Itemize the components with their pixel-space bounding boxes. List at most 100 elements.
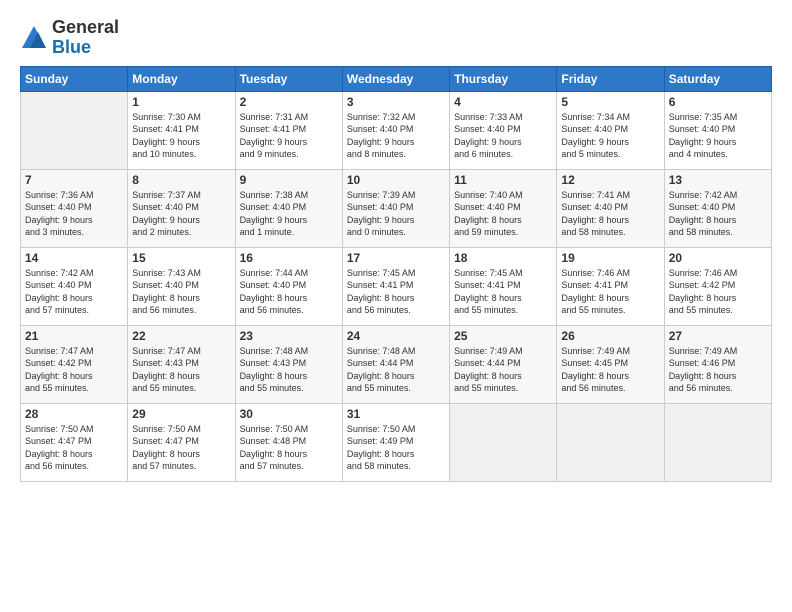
calendar-cell: 26Sunrise: 7:49 AM Sunset: 4:45 PM Dayli… xyxy=(557,325,664,403)
calendar-cell xyxy=(557,403,664,481)
day-number: 23 xyxy=(240,329,338,343)
calendar-cell: 15 Sunrise: 7:43 AM Sunset: 4:40 PM Dayli… xyxy=(128,247,235,325)
day-info: Sunrise: 7:49 AM Sunset: 4:44 PM Dayligh… xyxy=(454,345,552,395)
day-number: 21 xyxy=(25,329,123,343)
day-info: Sunrise: 7:35 AM Sunset: 4:40 PM Dayligh… xyxy=(669,111,767,161)
week-row-3: 14Sunrise: 7:42 AM Sunset: 4:40 PM Dayli… xyxy=(21,247,772,325)
header: General Blue xyxy=(20,18,772,58)
day-number: 14 xyxy=(25,251,123,265)
day-number: 31 xyxy=(347,407,445,421)
day-info: Sunrise: 7:36 AM Sunset: 4:40 PM Dayligh… xyxy=(25,189,123,239)
day-info: Sunrise: 7:40 AM Sunset: 4:40 PM Dayligh… xyxy=(454,189,552,239)
calendar-cell: 30 Sunrise: 7:50 AM Sunset: 4:48 PM Dayli… xyxy=(235,403,342,481)
day-number: 25 xyxy=(454,329,552,343)
day-number: 6 xyxy=(669,95,767,109)
day-number: 5 xyxy=(561,95,659,109)
week-row-1: 1 Sunrise: 7:30 AM Sunset: 4:41 PM Daylig… xyxy=(21,91,772,169)
calendar-cell: 22Sunrise: 7:47 AM Sunset: 4:43 PM Dayli… xyxy=(128,325,235,403)
day-info: Sunrise: 7:46 AM Sunset: 4:42 PM Dayligh… xyxy=(669,267,767,317)
calendar-cell: 16 Sunrise: 7:44 AM Sunset: 4:40 PM Dayli… xyxy=(235,247,342,325)
day-number: 4 xyxy=(454,95,552,109)
day-number: 17 xyxy=(347,251,445,265)
calendar-cell: 5 Sunrise: 7:34 AM Sunset: 4:40 PM Daylig… xyxy=(557,91,664,169)
col-header-wednesday: Wednesday xyxy=(342,66,449,91)
col-header-monday: Monday xyxy=(128,66,235,91)
day-number: 24 xyxy=(347,329,445,343)
day-number: 16 xyxy=(240,251,338,265)
day-number: 20 xyxy=(669,251,767,265)
day-info: Sunrise: 7:45 AM Sunset: 4:41 PM Dayligh… xyxy=(347,267,445,317)
day-info: Sunrise: 7:50 AM Sunset: 4:49 PM Dayligh… xyxy=(347,423,445,473)
calendar-cell: 31 Sunrise: 7:50 AM Sunset: 4:49 PM Dayli… xyxy=(342,403,449,481)
day-number: 12 xyxy=(561,173,659,187)
calendar-cell: 3Sunrise: 7:32 AM Sunset: 4:40 PM Daylig… xyxy=(342,91,449,169)
day-number: 29 xyxy=(132,407,230,421)
calendar-cell: 19 Sunrise: 7:46 AM Sunset: 4:41 PM Dayli… xyxy=(557,247,664,325)
calendar-table: SundayMondayTuesdayWednesdayThursdayFrid… xyxy=(20,66,772,482)
day-info: Sunrise: 7:32 AM Sunset: 4:40 PM Dayligh… xyxy=(347,111,445,161)
day-number: 7 xyxy=(25,173,123,187)
day-info: Sunrise: 7:31 AM Sunset: 4:41 PM Dayligh… xyxy=(240,111,338,161)
day-number: 18 xyxy=(454,251,552,265)
day-info: Sunrise: 7:30 AM Sunset: 4:41 PM Dayligh… xyxy=(132,111,230,161)
day-info: Sunrise: 7:43 AM Sunset: 4:40 PM Dayligh… xyxy=(132,267,230,317)
col-header-friday: Friday xyxy=(557,66,664,91)
header-row: SundayMondayTuesdayWednesdayThursdayFrid… xyxy=(21,66,772,91)
day-number: 15 xyxy=(132,251,230,265)
calendar-cell xyxy=(664,403,771,481)
week-row-5: 28 Sunrise: 7:50 AM Sunset: 4:47 PM Dayli… xyxy=(21,403,772,481)
calendar-cell: 21 Sunrise: 7:47 AM Sunset: 4:42 PM Dayli… xyxy=(21,325,128,403)
day-number: 28 xyxy=(25,407,123,421)
day-info: Sunrise: 7:45 AM Sunset: 4:41 PM Dayligh… xyxy=(454,267,552,317)
calendar-cell xyxy=(450,403,557,481)
calendar-cell: 24 Sunrise: 7:48 AM Sunset: 4:44 PM Dayli… xyxy=(342,325,449,403)
calendar-cell: 23Sunrise: 7:48 AM Sunset: 4:43 PM Dayli… xyxy=(235,325,342,403)
day-number: 19 xyxy=(561,251,659,265)
day-info: Sunrise: 7:48 AM Sunset: 4:44 PM Dayligh… xyxy=(347,345,445,395)
day-info: Sunrise: 7:38 AM Sunset: 4:40 PM Dayligh… xyxy=(240,189,338,239)
day-number: 1 xyxy=(132,95,230,109)
day-number: 30 xyxy=(240,407,338,421)
day-number: 9 xyxy=(240,173,338,187)
day-info: Sunrise: 7:46 AM Sunset: 4:41 PM Dayligh… xyxy=(561,267,659,317)
day-info: Sunrise: 7:33 AM Sunset: 4:40 PM Dayligh… xyxy=(454,111,552,161)
calendar-cell: 28 Sunrise: 7:50 AM Sunset: 4:47 PM Dayli… xyxy=(21,403,128,481)
day-number: 10 xyxy=(347,173,445,187)
calendar-cell: 13 Sunrise: 7:42 AM Sunset: 4:40 PM Dayli… xyxy=(664,169,771,247)
calendar-cell xyxy=(21,91,128,169)
logo: General Blue xyxy=(20,18,119,58)
day-info: Sunrise: 7:49 AM Sunset: 4:46 PM Dayligh… xyxy=(669,345,767,395)
day-number: 2 xyxy=(240,95,338,109)
calendar-cell: 17 Sunrise: 7:45 AM Sunset: 4:41 PM Dayli… xyxy=(342,247,449,325)
calendar-cell: 10Sunrise: 7:39 AM Sunset: 4:40 PM Dayli… xyxy=(342,169,449,247)
day-info: Sunrise: 7:37 AM Sunset: 4:40 PM Dayligh… xyxy=(132,189,230,239)
day-info: Sunrise: 7:42 AM Sunset: 4:40 PM Dayligh… xyxy=(669,189,767,239)
day-info: Sunrise: 7:49 AM Sunset: 4:45 PM Dayligh… xyxy=(561,345,659,395)
calendar-cell: 8 Sunrise: 7:37 AM Sunset: 4:40 PM Daylig… xyxy=(128,169,235,247)
page: General Blue SundayMondayTuesdayWednesda… xyxy=(0,0,792,612)
day-info: Sunrise: 7:44 AM Sunset: 4:40 PM Dayligh… xyxy=(240,267,338,317)
day-info: Sunrise: 7:50 AM Sunset: 4:48 PM Dayligh… xyxy=(240,423,338,473)
calendar-cell: 6 Sunrise: 7:35 AM Sunset: 4:40 PM Daylig… xyxy=(664,91,771,169)
logo-text-general: General xyxy=(52,18,119,38)
day-number: 13 xyxy=(669,173,767,187)
col-header-sunday: Sunday xyxy=(21,66,128,91)
day-info: Sunrise: 7:47 AM Sunset: 4:42 PM Dayligh… xyxy=(25,345,123,395)
logo-text-blue: Blue xyxy=(52,38,119,58)
calendar-cell: 12Sunrise: 7:41 AM Sunset: 4:40 PM Dayli… xyxy=(557,169,664,247)
day-number: 8 xyxy=(132,173,230,187)
week-row-2: 7 Sunrise: 7:36 AM Sunset: 4:40 PM Daylig… xyxy=(21,169,772,247)
calendar-cell: 2 Sunrise: 7:31 AM Sunset: 4:41 PM Daylig… xyxy=(235,91,342,169)
col-header-tuesday: Tuesday xyxy=(235,66,342,91)
day-info: Sunrise: 7:50 AM Sunset: 4:47 PM Dayligh… xyxy=(25,423,123,473)
day-number: 27 xyxy=(669,329,767,343)
calendar-cell: 29Sunrise: 7:50 AM Sunset: 4:47 PM Dayli… xyxy=(128,403,235,481)
day-number: 11 xyxy=(454,173,552,187)
calendar-cell: 20 Sunrise: 7:46 AM Sunset: 4:42 PM Dayli… xyxy=(664,247,771,325)
calendar-cell: 1 Sunrise: 7:30 AM Sunset: 4:41 PM Daylig… xyxy=(128,91,235,169)
calendar-cell: 14Sunrise: 7:42 AM Sunset: 4:40 PM Dayli… xyxy=(21,247,128,325)
calendar-cell: 9 Sunrise: 7:38 AM Sunset: 4:40 PM Daylig… xyxy=(235,169,342,247)
col-header-thursday: Thursday xyxy=(450,66,557,91)
day-number: 22 xyxy=(132,329,230,343)
day-info: Sunrise: 7:34 AM Sunset: 4:40 PM Dayligh… xyxy=(561,111,659,161)
